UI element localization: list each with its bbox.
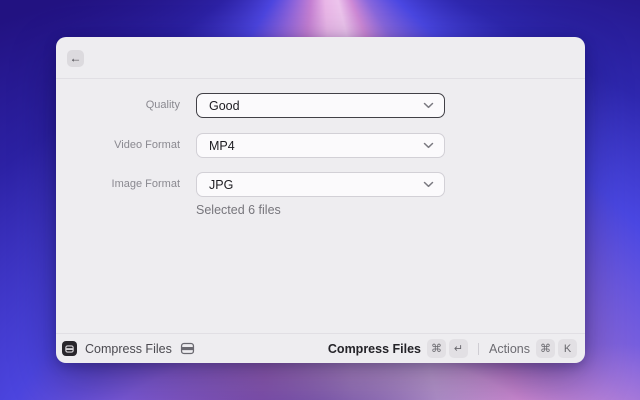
video-format-row: Video Format MP4 (56, 133, 585, 158)
image-format-value: JPG (209, 178, 233, 192)
k-key-badge: K (558, 339, 577, 358)
compress-files-app-icon (62, 341, 77, 356)
actions-label: Actions (489, 342, 530, 356)
compress-icon (180, 342, 195, 355)
raycast-window: ← Quality Good Video Format MP4 Image Fo… (56, 37, 585, 363)
video-format-dropdown[interactable]: MP4 (196, 133, 445, 158)
primary-action-button[interactable]: Compress Files ⌘ ↵ (328, 339, 468, 358)
cmd-key-badge: ⌘ (427, 339, 446, 358)
cmd-key-badge: ⌘ (536, 339, 555, 358)
footer-actions: Compress Files ⌘ ↵ Actions ⌘ K (328, 339, 577, 358)
selected-files-note: Selected 6 files (196, 203, 281, 217)
image-format-label: Image Format (56, 172, 180, 197)
chevron-down-icon (423, 142, 434, 149)
video-format-label: Video Format (56, 133, 180, 158)
footer-separator (478, 343, 479, 355)
return-key-badge: ↵ (449, 339, 468, 358)
chevron-down-icon (423, 181, 434, 188)
back-button[interactable]: ← (67, 50, 84, 67)
back-arrow-icon: ← (70, 50, 82, 67)
video-format-value: MP4 (209, 139, 235, 153)
header-divider (56, 78, 585, 79)
footer-app-name: Compress Files (85, 342, 172, 356)
footer-app-info: Compress Files (62, 341, 195, 356)
actions-menu-button[interactable]: Actions ⌘ K (489, 339, 577, 358)
quality-row: Quality Good (56, 93, 585, 118)
image-format-dropdown[interactable]: JPG (196, 172, 445, 197)
quality-value: Good (209, 99, 240, 113)
primary-action-label: Compress Files (328, 342, 421, 356)
quality-dropdown[interactable]: Good (196, 93, 445, 118)
footer: Compress Files Compress Files ⌘ ↵ Action… (56, 334, 585, 363)
chevron-down-icon (423, 102, 434, 109)
image-format-row: Image Format JPG (56, 172, 585, 197)
quality-label: Quality (56, 93, 180, 118)
